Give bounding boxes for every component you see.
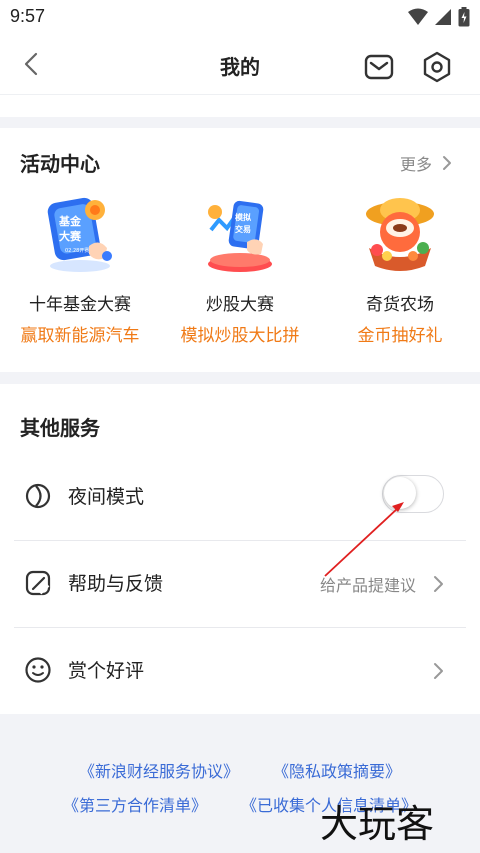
annotation-arrow: [324, 502, 404, 577]
